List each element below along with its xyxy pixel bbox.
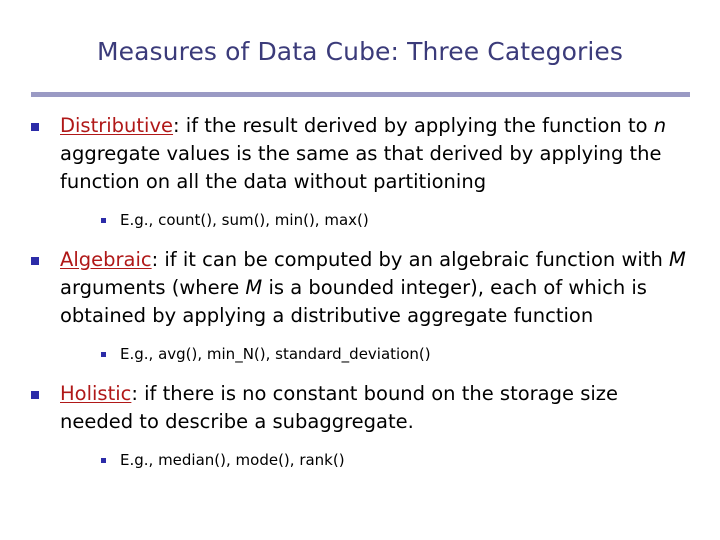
slide: Measures of Data Cube: Three Categories …	[0, 0, 720, 540]
variable-m-second: M	[245, 275, 263, 299]
sub-bullet-holistic-examples: E.g., median(), mode(), rank()	[0, 450, 720, 470]
keyword-algebraic: Algebraic	[60, 247, 152, 271]
keyword-distributive: Distributive	[60, 114, 174, 137]
bullet-distributive-text-2: aggregate values is the same as that der…	[60, 141, 662, 193]
bullet-algebraic-text-2: arguments (where	[60, 275, 246, 299]
keyword-holistic: Holistic	[60, 381, 132, 405]
sub-bullet-distributive-text: E.g., count(), sum(), min(), max()	[120, 210, 369, 229]
bullet-holistic: Holistic: if there is no constant bound …	[0, 380, 720, 436]
page-title: Measures of Data Cube: Three Categories	[96, 37, 624, 66]
title-divider-rule	[31, 92, 690, 97]
bullet-square-icon	[31, 390, 39, 399]
sub-bullet-algebraic-examples: E.g., avg(), min_N(), standard_deviation…	[0, 344, 720, 364]
sub-bullet-square-icon	[101, 457, 106, 463]
bullet-holistic-text: : if there is no constant bound on the s…	[60, 381, 619, 433]
bullet-algebraic: Algebraic: if it can be computed by an a…	[0, 246, 720, 330]
sub-bullet-distributive-examples: E.g., count(), sum(), min(), max()	[0, 210, 720, 230]
bullet-algebraic-text-1: : if it can be computed by an algebraic …	[151, 247, 670, 271]
sub-bullet-square-icon	[101, 351, 106, 357]
variable-m-first: M	[669, 247, 686, 271]
slide-body: Distributive: if the result derived by a…	[0, 112, 720, 470]
sub-bullet-holistic-text: E.g., median(), mode(), rank()	[120, 450, 345, 469]
sub-bullet-algebraic-text: E.g., avg(), min_N(), standard_deviation…	[120, 344, 431, 363]
bullet-square-icon	[31, 123, 39, 131]
sub-bullet-square-icon	[101, 217, 106, 223]
bullet-distributive-text-1: : if the result derived by applying the …	[173, 114, 654, 137]
title-area: Measures of Data Cube: Three Categories	[0, 38, 720, 66]
bullet-distributive: Distributive: if the result derived by a…	[0, 112, 720, 196]
variable-n: n	[653, 114, 667, 137]
bullet-square-icon	[31, 256, 39, 265]
